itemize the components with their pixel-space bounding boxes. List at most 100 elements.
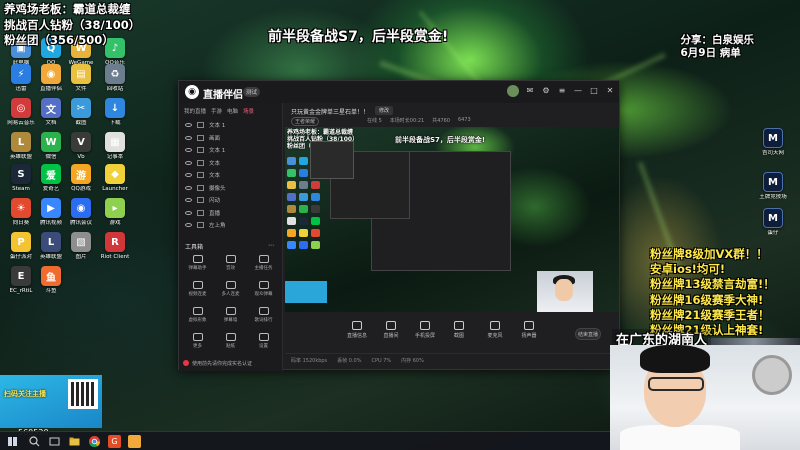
meeting-icon: ◉ (71, 198, 91, 218)
maximize-icon[interactable]: □ (589, 85, 599, 95)
mail-icon[interactable]: ✉ (525, 85, 535, 95)
visibility-eye-icon[interactable] (185, 198, 192, 203)
preview-launcher-icon (299, 229, 308, 237)
tab-pc[interactable]: 电脑 (227, 107, 238, 115)
tab-scene[interactable]: 场景 (243, 107, 254, 115)
visibility-eye-icon[interactable] (185, 148, 192, 153)
toolbox-item[interactable]: 弹幕助手 (181, 254, 214, 277)
chrome-icon[interactable] (88, 435, 101, 448)
scene-item[interactable]: 文本 (179, 169, 282, 182)
overlay-line: 安卓ios!均可! (650, 262, 726, 277)
control-button[interactable]: 扬声器 (515, 321, 543, 347)
desktop-icon-8[interactable]: ◎ 网易云音乐 (6, 98, 36, 136)
tool-label: 观众弹幕 (254, 291, 273, 297)
stream-preview[interactable]: 养鸡场老板：霸道总裁缠 挑战百人钻粉（38/100） 粉丝团（356/500） … (285, 127, 619, 312)
desktop-icon-18[interactable]: 游 QQ游戏 (66, 164, 96, 202)
scene-item[interactable]: 画面 (179, 132, 282, 145)
visibility-eye-icon[interactable] (185, 210, 192, 215)
control-label: 扬声器 (521, 333, 537, 339)
tab-mobile[interactable]: 手游 (211, 107, 222, 115)
visibility-eye-icon[interactable] (185, 135, 192, 140)
desktop-right-icon-1[interactable]: M 王牌竞技场 (758, 172, 788, 210)
toolbox-item[interactable]: 设置 (247, 332, 280, 355)
desktop-icon-25[interactable]: L 英雄联盟 (36, 232, 66, 270)
toolbox-more-icon[interactable]: ⋯ (268, 242, 274, 251)
desktop-icon-26[interactable]: ▧ 图片 (66, 232, 96, 270)
toolbox-item[interactable]: 虚拟形象 (181, 306, 214, 329)
desktop-icon-9[interactable]: 文文档 (36, 98, 66, 136)
toolbox-item[interactable]: 主播任务 (247, 254, 280, 277)
toolbox-item[interactable]: 多人连麦 (214, 280, 247, 303)
desktop-icon-28[interactable]: E EC_rRtiL (6, 266, 36, 304)
tab-my-live[interactable]: 我的直播 (184, 107, 206, 115)
toolbox-item[interactable]: 观众弹幕 (247, 280, 280, 303)
control-button[interactable]: 手机投屏 (411, 321, 439, 347)
desktop-icon-17[interactable]: 爱爱奇艺 (36, 164, 66, 202)
preview-steam-icon (299, 217, 308, 225)
visibility-eye-icon[interactable] (185, 173, 192, 178)
toolbox-item[interactable]: 音效 (214, 254, 247, 277)
close-icon[interactable]: ✕ (605, 85, 615, 95)
desktop-icon-label: Launcher (102, 186, 128, 192)
verify-notice[interactable]: 使用前先请你完成实名认证 (179, 357, 283, 369)
live-companion-window[interactable]: ◉ 直播伴侣 测试 ✉ ⚙ ≡ — □ ✕ 我的直播 手游 电脑 场景 文本 1… (178, 80, 620, 371)
desktop-icon-20[interactable]: ☀ 向日葵 (6, 198, 36, 236)
desktop-icon-21[interactable]: ▶ 腾讯视频 (36, 198, 66, 236)
toolbox-item[interactable]: 歌词排行 (247, 306, 280, 329)
toolbox-item[interactable]: 更多 (181, 332, 214, 355)
desktop-icon-19[interactable]: ◆ Launcher (100, 164, 130, 202)
taskbar-app-icon[interactable]: G (108, 435, 121, 448)
scene-item[interactable]: 文本 1 (179, 119, 282, 132)
minimize-icon[interactable]: — (573, 85, 583, 95)
desktop-icon-7[interactable]: ♻ 回收站 (100, 64, 130, 102)
scene-item[interactable]: 左上角 (179, 219, 282, 232)
visibility-eye-icon[interactable] (185, 185, 192, 190)
category-tag[interactable]: 王者荣耀 (291, 117, 320, 126)
desktop-icon-5[interactable]: ◉ 直播伴侣 (36, 64, 66, 102)
visibility-eye-icon[interactable] (185, 223, 192, 228)
control-button[interactable]: 直播间 (377, 321, 405, 347)
visibility-eye-icon[interactable] (185, 123, 192, 128)
window-titlebar[interactable]: ◉ 直播伴侣 测试 ✉ ⚙ ≡ — □ ✕ (179, 81, 619, 103)
settings-icon[interactable]: ⚙ (541, 85, 551, 95)
menu-icon[interactable]: ≡ (557, 85, 567, 95)
folder-icon: ▤ (71, 64, 91, 84)
windows-start-icon[interactable] (6, 435, 19, 448)
desktop-icon-22[interactable]: ◉ 腾讯会议 (66, 198, 96, 236)
scene-item[interactable]: 摄像头 (179, 182, 282, 195)
recycle-icon: ♻ (105, 64, 125, 84)
desktop-icon-29[interactable]: 鱼斗鱼 (36, 266, 66, 304)
live-icon: ◉ (41, 64, 61, 84)
search-icon[interactable] (28, 435, 41, 448)
tool-label: 弹幕墙 (223, 317, 238, 323)
desktop-right-icon-0[interactable]: M 吉司天网 (758, 128, 788, 166)
desktop-icon-24[interactable]: P 蛋仔派对 (6, 232, 36, 270)
control-button[interactable]: 截图 (445, 321, 473, 347)
desktop-icon-16[interactable]: S Steam (6, 164, 36, 202)
app-logo-icon: ◉ (185, 85, 199, 99)
scene-item[interactable]: 文本 (179, 157, 282, 170)
end-live-button[interactable]: 结束直播 (575, 328, 601, 340)
modify-title-button[interactable]: 修改 (375, 106, 394, 115)
source-type-icon (197, 134, 204, 141)
desktop-icon-6[interactable]: ▤ 文件 (66, 64, 96, 102)
user-avatar[interactable] (507, 85, 519, 97)
desktop-right-icon-2[interactable]: M 蛋仔 (758, 208, 788, 246)
toolbox-item[interactable]: 视频连麦 (181, 280, 214, 303)
scene-item[interactable]: 直播 (179, 207, 282, 220)
control-button[interactable]: 麦克风 (481, 321, 509, 347)
toolbox-item[interactable]: 贴纸 (214, 332, 247, 355)
desktop-icon-11[interactable]: ↓ 下载 (100, 98, 130, 136)
task-view-icon[interactable] (48, 435, 61, 448)
desktop-icon-27[interactable]: R Riot Client (100, 232, 130, 270)
scene-item[interactable]: 文本 1 (179, 144, 282, 157)
toolbox-item[interactable]: 弹幕墙 (214, 306, 247, 329)
visibility-eye-icon[interactable] (185, 160, 192, 165)
file-explorer-icon[interactable] (68, 435, 81, 448)
control-button[interactable]: 直播信息 (343, 321, 371, 347)
scene-item[interactable]: 闪动 (179, 194, 282, 207)
desktop-icon-10[interactable]: ✂ 截图 (66, 98, 96, 136)
taskbar-live-icon[interactable] (128, 435, 141, 448)
desktop-icon-23[interactable]: ▸ 游戏 (100, 198, 130, 236)
desktop-icon-4[interactable]: ⚡ 迅雷 (6, 64, 36, 102)
